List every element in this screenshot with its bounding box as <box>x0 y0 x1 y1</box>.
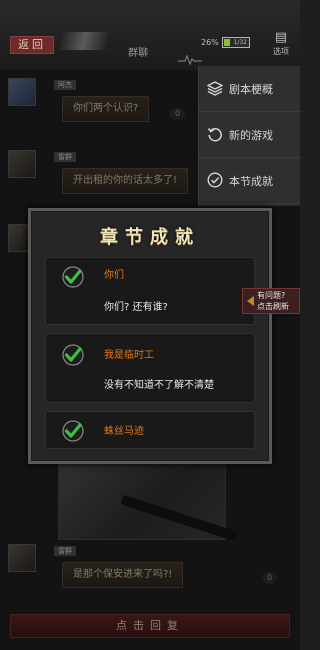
achievement-card: 你们 你们? 还有谁? <box>45 257 255 325</box>
light-streak-decoration <box>58 32 110 50</box>
layers-icon <box>207 81 223 96</box>
options-label: 选项 <box>273 47 289 56</box>
chat-title: 群聊 <box>128 48 148 59</box>
achievement-description: 你们? 还有谁? <box>104 302 168 313</box>
check-icon <box>62 420 84 442</box>
tab-line-1: 有问题? <box>257 291 286 300</box>
check-icon <box>62 266 84 288</box>
achievement-card: 我是临时工 没有不知道不了解不清楚 <box>45 333 255 403</box>
battery-percent: 26% <box>201 38 219 47</box>
top-bar: 返回 群聊 26% 1/32 ▤ 选项 <box>0 0 300 70</box>
check-icon <box>62 344 84 366</box>
achievement-title: 你们 <box>104 270 124 281</box>
tab-line-2: 点击刷新 <box>257 302 289 311</box>
options-dropdown: 剧本梗概 新的游戏 本节成就 <box>198 66 301 206</box>
folder-icon: ▤ <box>274 30 288 45</box>
battery-icon: 1/32 <box>222 37 250 48</box>
menu-item-label: 新的游戏 <box>229 129 273 142</box>
panel-title: 章节成就 <box>100 227 200 248</box>
menu-item-label: 剧本梗概 <box>229 83 273 96</box>
restart-icon <box>207 128 222 142</box>
battery-fill <box>224 39 230 46</box>
arrow-left-icon <box>247 296 254 306</box>
menu-item-label: 本节成就 <box>229 175 273 188</box>
achievement-title: 蛛丝马迹 <box>104 426 144 437</box>
menu-item-achievements[interactable]: 本节成就 <box>199 158 301 204</box>
options-button[interactable]: ▤ 选项 <box>266 30 296 62</box>
refresh-help-tab[interactable]: 有问题? 点击刷新 <box>242 288 300 314</box>
back-button[interactable]: 返回 <box>10 36 54 54</box>
achievement-card: 蛛丝马迹 <box>45 411 255 449</box>
achievement-title: 我是临时工 <box>104 350 154 361</box>
chapter-achievements-panel: 章节成就 你们 你们? 还有谁? 我是临时工 没有不知道不了解不清楚 蛛丝马迹 <box>28 208 272 464</box>
battery-label: 1/32 <box>233 39 247 46</box>
menu-item-new-game[interactable]: 新的游戏 <box>199 112 301 158</box>
pulse-icon <box>178 55 202 65</box>
achievement-description: 没有不知道不了解不清楚 <box>104 380 214 391</box>
check-circle-icon <box>207 172 223 188</box>
menu-item-synopsis[interactable]: 剧本梗概 <box>199 66 301 112</box>
